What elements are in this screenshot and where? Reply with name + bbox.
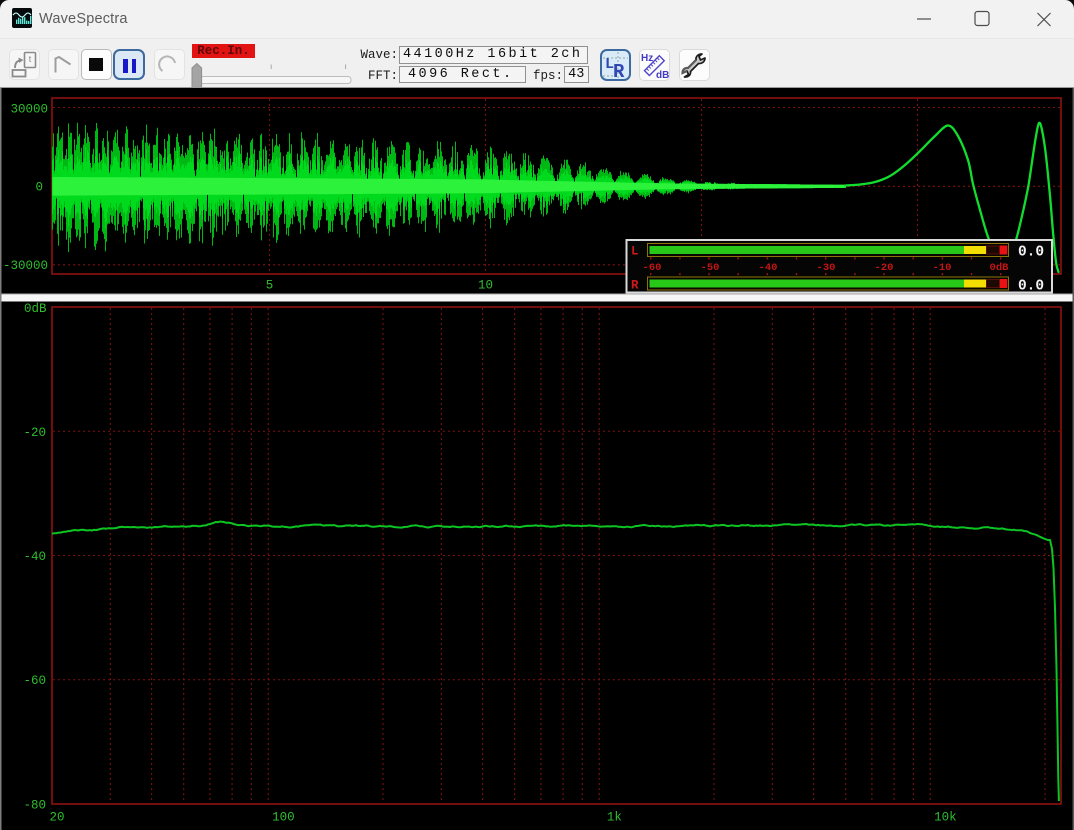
- svg-text:0dB: 0dB: [990, 262, 1010, 274]
- svg-text:R: R: [613, 61, 625, 79]
- svg-text:1k: 1k: [607, 811, 622, 825]
- svg-text:0.0: 0.0: [1018, 279, 1044, 295]
- svg-text:10k: 10k: [934, 811, 957, 825]
- svg-text:-30000: -30000: [3, 259, 48, 273]
- svg-text:0dB: 0dB: [24, 302, 47, 316]
- svg-text:-10: -10: [933, 262, 952, 274]
- svg-text:t: t: [29, 54, 32, 64]
- svg-text:10: 10: [478, 279, 493, 293]
- svg-text:-60: -60: [643, 262, 662, 274]
- svg-text:-20: -20: [875, 262, 894, 274]
- svg-text:dB: dB: [656, 70, 669, 80]
- svg-text:-20: -20: [23, 426, 46, 440]
- svg-text:30000: 30000: [10, 103, 48, 117]
- svg-text:-60: -60: [23, 674, 46, 688]
- svg-text:-30: -30: [817, 262, 836, 274]
- svg-text:5: 5: [266, 279, 274, 293]
- svg-text:20: 20: [49, 811, 64, 825]
- svg-text:-50: -50: [701, 262, 720, 274]
- svg-text:Hz: Hz: [641, 53, 653, 64]
- svg-text:-80: -80: [23, 799, 46, 813]
- svg-text:0: 0: [35, 181, 43, 195]
- svg-text:R: R: [631, 279, 639, 293]
- svg-text:0.0: 0.0: [1018, 245, 1044, 261]
- svg-text:-40: -40: [23, 550, 46, 564]
- svg-text:100: 100: [272, 811, 295, 825]
- svg-text:L: L: [631, 245, 639, 259]
- svg-text:-40: -40: [759, 262, 778, 274]
